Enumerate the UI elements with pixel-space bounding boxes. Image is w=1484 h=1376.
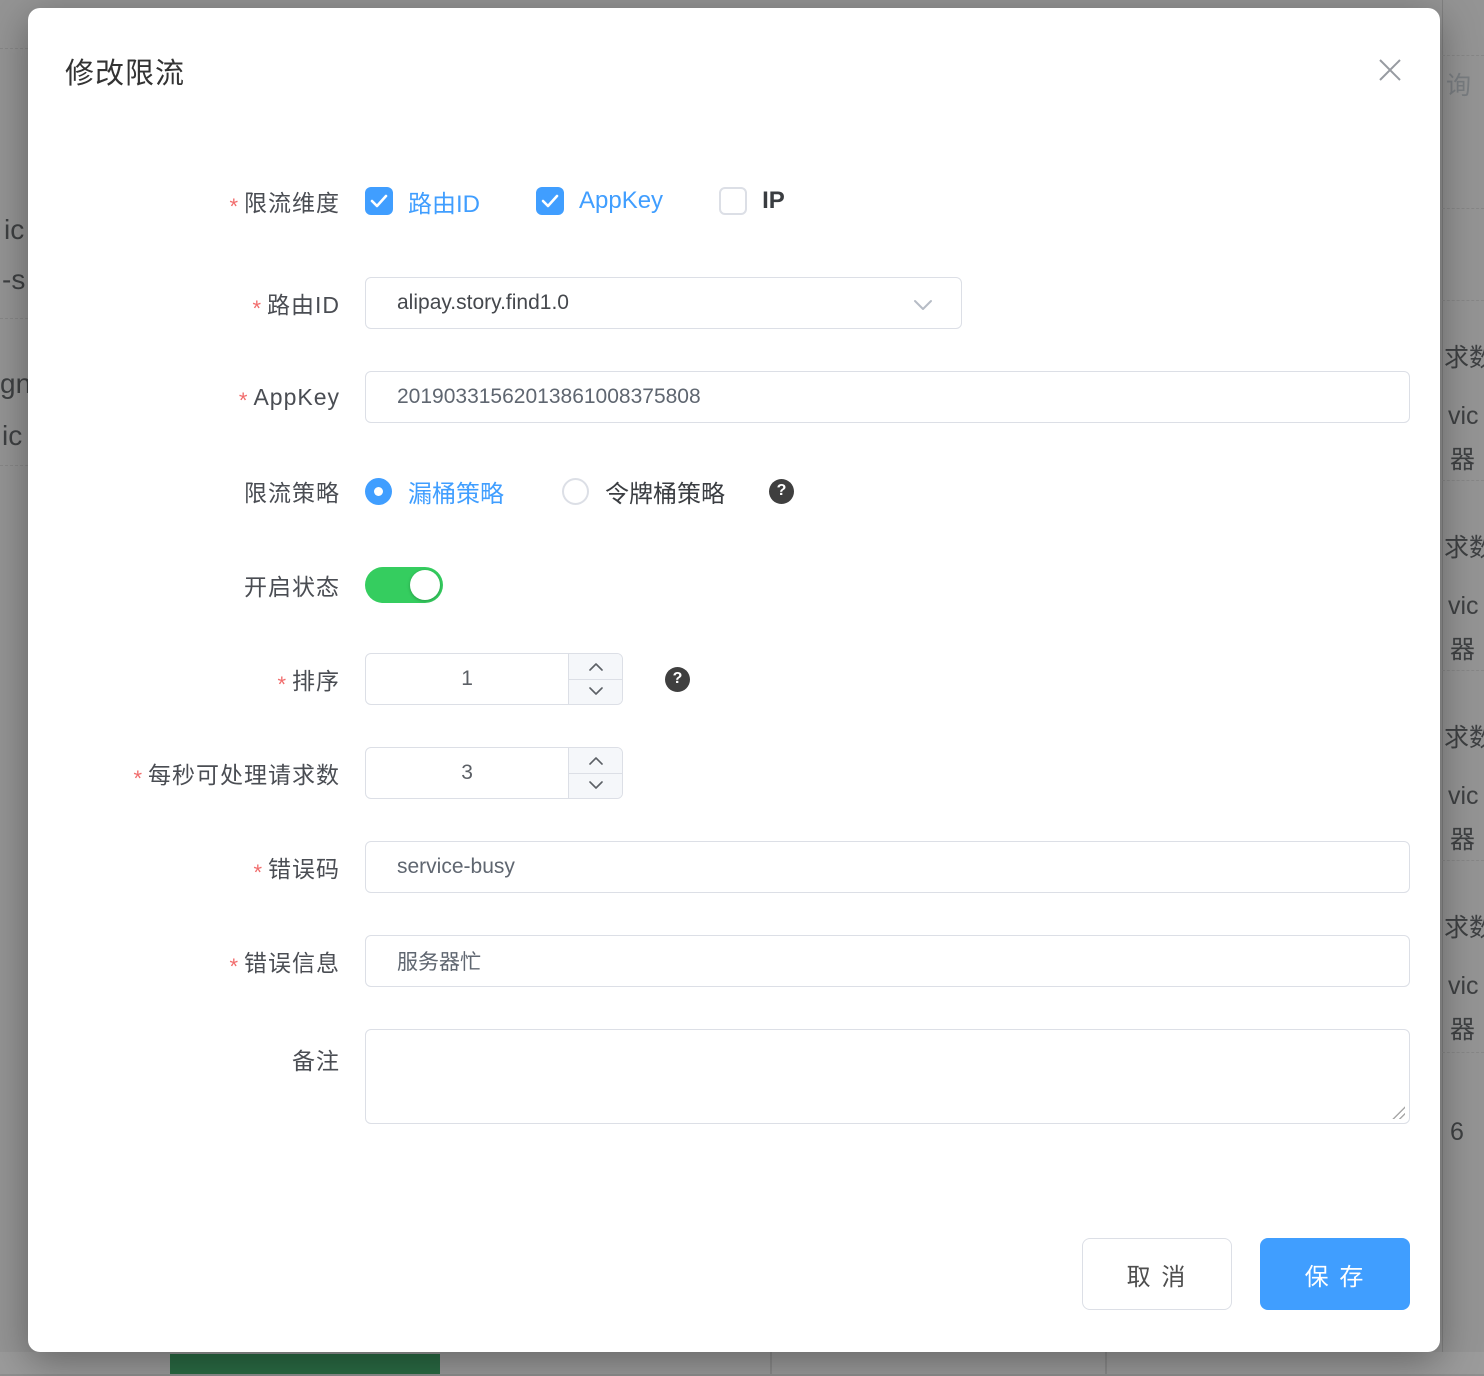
radio-selected-icon xyxy=(365,478,392,505)
backdrop-text-fragment: ic xyxy=(4,214,24,246)
qps-value: 3 xyxy=(366,748,568,798)
dimension-label: *限流维度 xyxy=(28,184,340,218)
backdrop-text-fragment: 器 xyxy=(1450,630,1475,666)
checkbox-checked-icon xyxy=(365,187,393,215)
backdrop-text-fragment: 求数 xyxy=(1444,528,1484,564)
checkbox-route-id[interactable]: 路由ID xyxy=(365,184,480,219)
backdrop-green-bar xyxy=(170,1354,440,1376)
checkbox-checked-icon xyxy=(536,187,564,215)
backdrop-row-line xyxy=(1442,1052,1484,1053)
radio-token-bucket[interactable]: 令牌桶策略 xyxy=(562,474,725,509)
checkbox-ip[interactable]: IP xyxy=(719,187,785,215)
backdrop-column-divider xyxy=(770,1352,772,1376)
radio-leaky-bucket[interactable]: 漏桶策略 xyxy=(365,474,504,509)
error-message-input[interactable] xyxy=(365,935,1410,987)
radio-label: 漏桶策略 xyxy=(408,474,504,509)
checkbox-label: IP xyxy=(762,187,785,215)
backdrop-text-fragment: 器 xyxy=(1450,1010,1475,1046)
backdrop-row-line xyxy=(0,48,28,49)
cancel-button[interactable]: 取 消 xyxy=(1082,1238,1232,1310)
backdrop-row-line xyxy=(1442,55,1484,56)
remark-row: 备注 xyxy=(28,1029,1410,1124)
checkbox-label: 路由ID xyxy=(408,184,480,219)
backdrop-row-line xyxy=(1442,860,1484,861)
backdrop-row-line xyxy=(1442,208,1484,209)
rate-limit-form: *限流维度 路由ID AppKey IP xyxy=(28,175,1410,1166)
dimension-row: *限流维度 路由ID AppKey IP xyxy=(28,175,1410,227)
error-code-input[interactable] xyxy=(365,841,1410,893)
chevron-down-icon xyxy=(913,298,933,316)
backdrop-text-fragment: 求数 xyxy=(1444,908,1484,944)
backdrop-column-divider xyxy=(1105,1352,1107,1376)
backdrop-text-fragment: 求数 xyxy=(1444,718,1484,754)
strategy-help-icon[interactable]: ? xyxy=(769,479,794,504)
decrease-button[interactable] xyxy=(569,774,622,799)
backdrop-text-fragment: 询 xyxy=(1446,66,1471,102)
error-message-row: *错误信息 xyxy=(28,935,1410,987)
sort-value: 1 xyxy=(366,654,568,704)
sort-help-icon[interactable]: ? xyxy=(665,667,690,692)
backdrop-text-fragment: gn xyxy=(0,368,31,400)
route-id-selected-value: alipay.story.find1.0 xyxy=(397,291,569,315)
backdrop-row-line xyxy=(0,318,28,319)
error-code-row: *错误码 xyxy=(28,841,1410,893)
decrease-button[interactable] xyxy=(569,680,622,705)
backdrop-text-fragment: 器 xyxy=(1450,820,1475,856)
appkey-row: *AppKey xyxy=(28,371,1410,423)
edit-rate-limit-modal: 修改限流 *限流维度 路由ID AppKey xyxy=(28,8,1440,1352)
appkey-input[interactable] xyxy=(365,371,1410,423)
qps-number-input[interactable]: 3 xyxy=(365,747,623,799)
qps-stepper xyxy=(568,748,622,798)
error-message-label: *错误信息 xyxy=(28,944,340,978)
qps-label: *每秒可处理请求数 xyxy=(28,756,340,790)
remark-textarea[interactable] xyxy=(365,1029,1410,1124)
error-code-label: *错误码 xyxy=(28,850,340,884)
qps-row: *每秒可处理请求数 3 xyxy=(28,747,1410,799)
checkbox-label: AppKey xyxy=(579,187,663,215)
remark-label: 备注 xyxy=(28,1029,340,1076)
status-toggle[interactable] xyxy=(365,567,443,603)
sort-stepper xyxy=(568,654,622,704)
save-button[interactable]: 保 存 xyxy=(1260,1238,1410,1310)
backdrop-text-fragment: vic xyxy=(1448,782,1479,811)
radio-label: 令牌桶策略 xyxy=(605,474,725,509)
backdrop-row-line xyxy=(1442,300,1484,301)
appkey-label: *AppKey xyxy=(28,384,340,411)
status-label: 开启状态 xyxy=(28,568,340,602)
increase-button[interactable] xyxy=(569,748,622,774)
modal-footer: 取 消 保 存 xyxy=(1082,1238,1410,1310)
increase-button[interactable] xyxy=(569,654,622,680)
backdrop-text-fragment: 求数 xyxy=(1444,338,1484,374)
strategy-row: 限流策略 漏桶策略 令牌桶策略 ? xyxy=(28,465,1410,517)
backdrop-text-fragment: vic xyxy=(1448,592,1479,621)
route-id-label: *路由ID xyxy=(28,286,340,320)
radio-unselected-icon xyxy=(562,478,589,505)
backdrop-text-fragment: vic xyxy=(1448,402,1479,431)
sort-label: *排序 xyxy=(28,662,340,696)
backdrop-table-border xyxy=(1442,0,1443,1352)
modal-title: 修改限流 xyxy=(65,50,185,92)
close-icon[interactable] xyxy=(1374,54,1406,86)
backdrop-row-line xyxy=(0,465,28,466)
backdrop-text-fragment: 6 xyxy=(1450,1118,1464,1147)
checkbox-appkey[interactable]: AppKey xyxy=(536,187,663,215)
backdrop-row-line xyxy=(1442,670,1484,671)
route-id-select[interactable]: alipay.story.find1.0 xyxy=(365,277,962,329)
checkbox-unchecked-icon xyxy=(719,187,747,215)
backdrop-row-line xyxy=(1442,480,1484,481)
toggle-knob xyxy=(410,570,440,600)
route-id-row: *路由ID alipay.story.find1.0 xyxy=(28,277,1410,329)
backdrop-text-fragment: 器 xyxy=(1450,440,1475,476)
status-row: 开启状态 xyxy=(28,559,1410,611)
backdrop-text-fragment: vic xyxy=(1448,972,1479,1001)
strategy-label: 限流策略 xyxy=(28,474,340,508)
sort-row: *排序 1 ? xyxy=(28,653,1410,705)
sort-number-input[interactable]: 1 xyxy=(365,653,623,705)
backdrop-text-fragment: ic xyxy=(2,420,22,452)
backdrop-text-fragment: -s xyxy=(2,264,25,296)
